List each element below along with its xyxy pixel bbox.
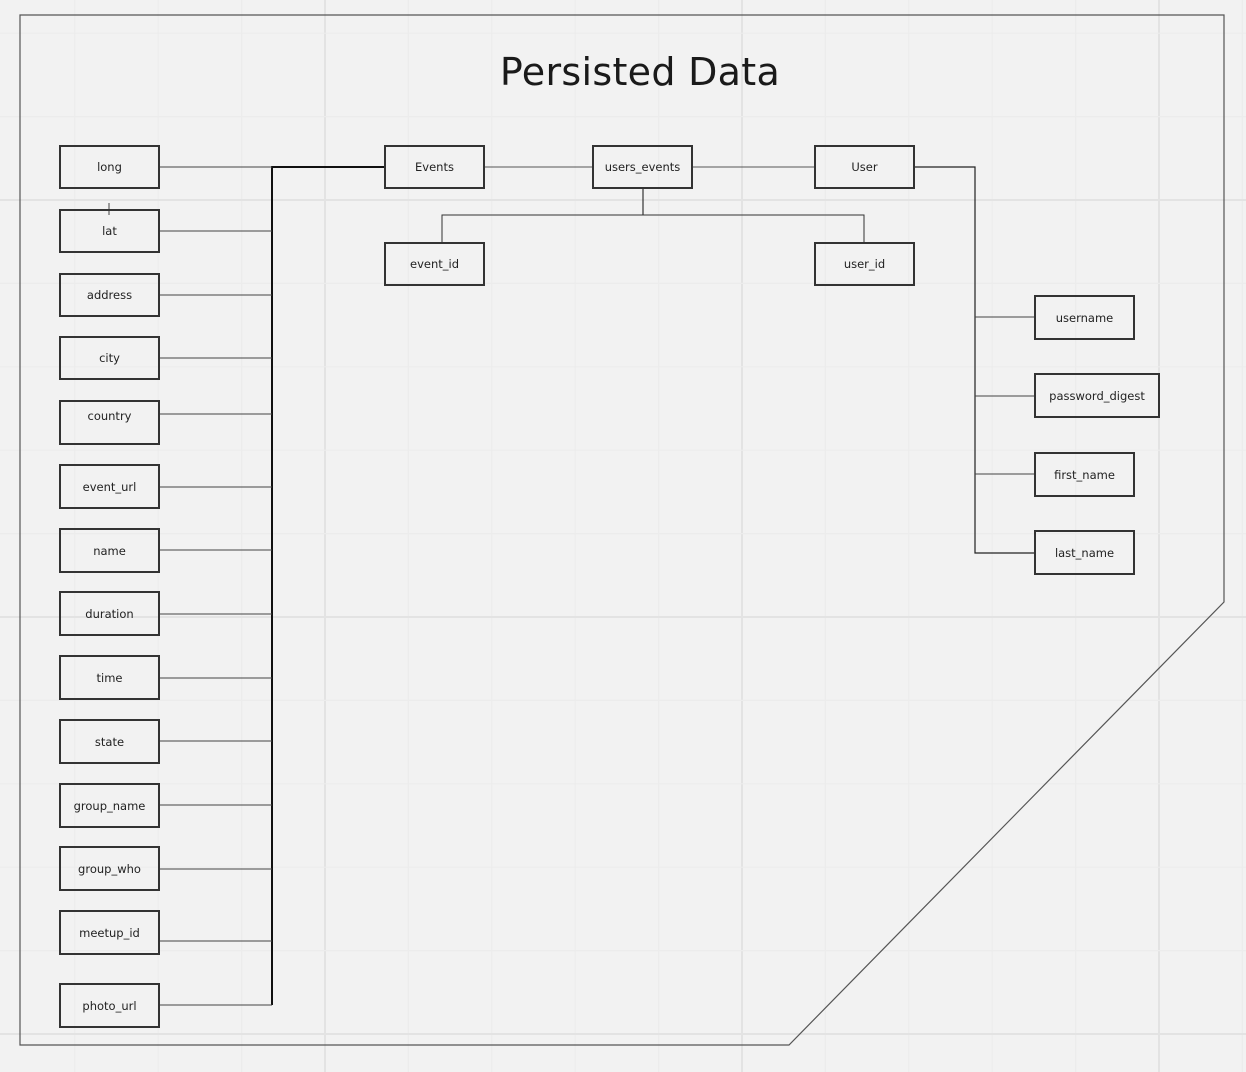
- entity-events[interactable]: Events: [384, 145, 485, 189]
- events-spine-connector: [271, 166, 384, 1005]
- event-field-long[interactable]: long: [59, 145, 160, 189]
- event-field-duration[interactable]: duration: [59, 591, 160, 636]
- event-field-group-name[interactable]: group_name: [59, 783, 160, 828]
- entity-user[interactable]: User: [814, 145, 915, 189]
- join-fields-connector: [441, 214, 865, 242]
- user-field-username[interactable]: username: [1034, 295, 1135, 340]
- event-field-time[interactable]: time: [59, 655, 160, 700]
- event-field-state[interactable]: state: [59, 719, 160, 764]
- event-field-city[interactable]: city: [59, 336, 160, 380]
- field-event-id[interactable]: event_id: [384, 242, 485, 286]
- entity-users-events[interactable]: users_events: [592, 145, 693, 189]
- user-field-first-name[interactable]: first_name: [1034, 452, 1135, 497]
- diagram-title: Persisted Data: [499, 50, 781, 94]
- event-field-group-who[interactable]: group_who: [59, 846, 160, 891]
- event-field-country[interactable]: country: [59, 400, 160, 445]
- event-field-photo-url[interactable]: photo_url: [59, 983, 160, 1028]
- event-field-address[interactable]: address: [59, 273, 160, 317]
- user-field-password-digest[interactable]: password_digest: [1034, 373, 1160, 418]
- event-field-lat[interactable]: lat: [59, 209, 160, 253]
- field-user-id[interactable]: user_id: [814, 242, 915, 286]
- user-field-last-name[interactable]: last_name: [1034, 530, 1135, 575]
- event-field-meetup-id[interactable]: meetup_id: [59, 910, 160, 955]
- user-spine-connector: [915, 166, 1034, 554]
- event-field-event-url[interactable]: event_url: [59, 464, 160, 509]
- event-field-name[interactable]: name: [59, 528, 160, 573]
